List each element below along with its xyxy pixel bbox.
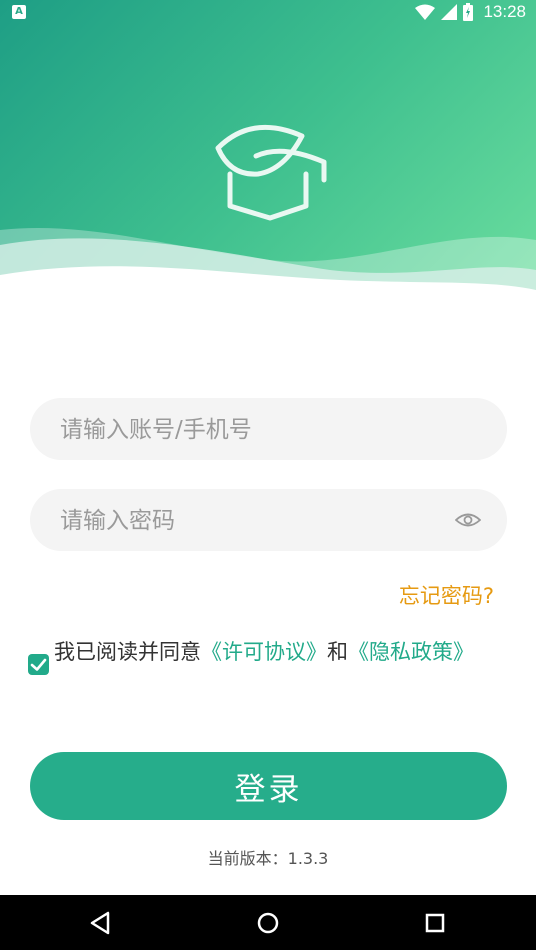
account-field[interactable] [30,398,507,462]
agreement-text: 我已阅读并同意《许可协议》和《隐私政策》 [54,638,498,666]
wifi-icon [415,4,436,20]
password-input[interactable] [58,489,462,553]
version-label: 当前版本：1.3.3 [207,849,329,868]
agreement-checkbox[interactable] [28,654,49,675]
login-button[interactable]: 登录 [30,752,507,820]
agreement-prefix: 我已阅读并同意 [54,640,201,664]
app-notification-icon: A [12,5,26,19]
home-icon[interactable] [253,908,283,938]
clipped-link [392,833,504,845]
back-icon[interactable] [86,908,116,938]
privacy-policy-link[interactable]: 《隐私政策》 [348,640,474,664]
graduation-cap-icon [215,124,327,221]
signal-icon [441,4,458,20]
account-input[interactable] [58,398,462,462]
eye-icon[interactable] [455,509,481,531]
status-time: 13:28 [483,2,526,21]
battery-icon [463,3,474,21]
password-field[interactable] [30,489,507,553]
forgot-password-link[interactable]: 忘记密码? [399,580,494,610]
agreement-and: 和 [327,640,348,664]
navigation-bar [0,895,536,950]
recents-icon[interactable] [420,908,450,938]
header-banner: A 13:28 [0,0,536,330]
status-bar: A 13:28 [0,0,536,26]
license-agreement-link[interactable]: 《许可协议》 [201,640,327,664]
wave-decoration [0,227,536,330]
check-icon [30,658,47,671]
